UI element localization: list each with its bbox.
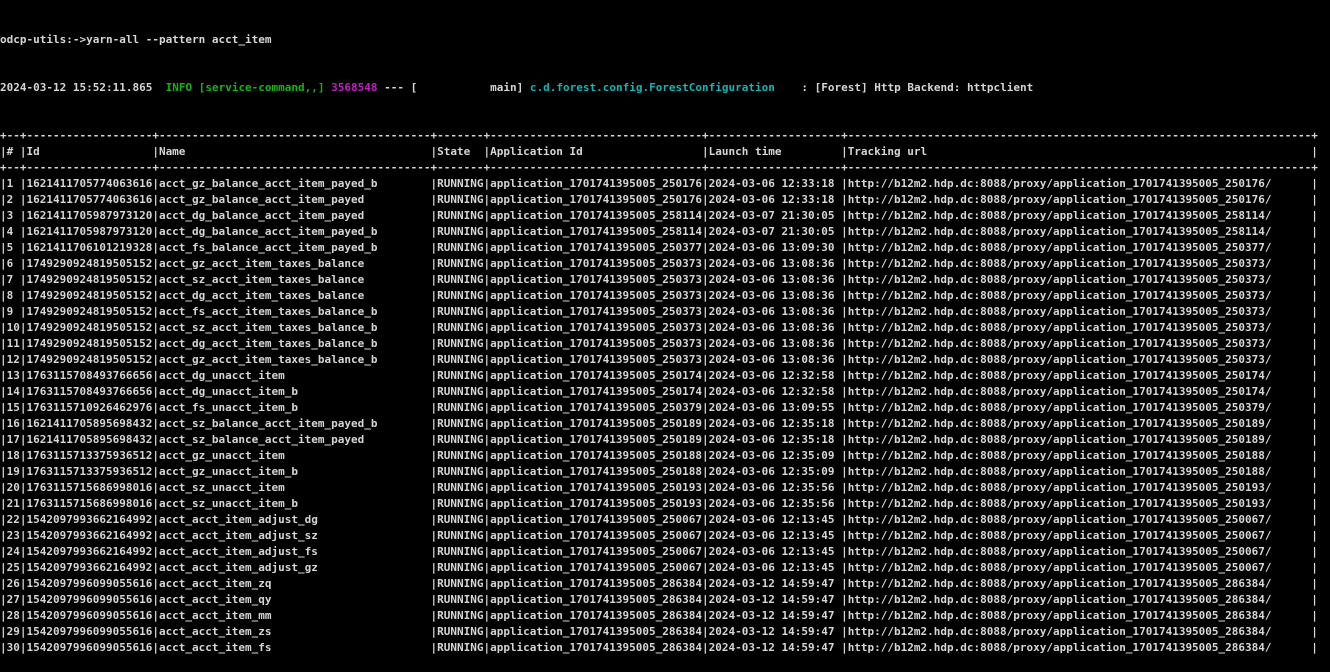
- table-row: |29|1542097996099055616|acct_acct_item_z…: [0, 624, 1330, 640]
- table-header-row: |# |Id |Name |State |Application Id |Lau…: [0, 144, 1330, 160]
- table-row: |16|1621411705895698432|acct_sz_balance_…: [0, 416, 1330, 432]
- table-row: |19|1763115713375936512|acct_gz_unacct_i…: [0, 464, 1330, 480]
- table-row: |27|1542097996099055616|acct_acct_item_q…: [0, 592, 1330, 608]
- table-row: |8 |1749290924819505152|acct_dg_acct_ite…: [0, 288, 1330, 304]
- table-row: |20|1763115715686998016|acct_sz_unacct_i…: [0, 480, 1330, 496]
- log-segment-default: [192, 81, 199, 94]
- terminal-screen[interactable]: odcp-utils:->yarn-all --pattern acct_ite…: [0, 0, 1330, 562]
- table-row: |18|1763115713375936512|acct_gz_unacct_i…: [0, 448, 1330, 464]
- table-row: |1 |1621411705774063616|acct_gz_balance_…: [0, 176, 1330, 192]
- table-row: |25|1542097993662164992|acct_acct_item_a…: [0, 560, 1330, 576]
- log-line: 2024-03-12 15:52:11.865 INFO [service-co…: [0, 80, 1330, 96]
- command-line: odcp-utils:->yarn-all --pattern acct_ite…: [0, 32, 1330, 48]
- table-row: |24|1542097993662164992|acct_acct_item_a…: [0, 544, 1330, 560]
- command-text: yarn-all --pattern acct_item: [86, 33, 271, 46]
- log-segment-cyan: c.d.forest.config.ForestConfiguration: [530, 81, 775, 94]
- yarn-applications-table: +--+-------------------+----------------…: [0, 128, 1330, 656]
- log-segment-magenta: 3568548: [331, 81, 377, 94]
- log-segment-default: 2024-03-12 15:52:11.865: [0, 81, 166, 94]
- log-segment-green: INFO: [166, 81, 193, 94]
- table-row: |4 |1621411705987973120|acct_dg_balance_…: [0, 224, 1330, 240]
- table-row: |26|1542097996099055616|acct_acct_item_z…: [0, 576, 1330, 592]
- table-row: |23|1542097993662164992|acct_acct_item_a…: [0, 528, 1330, 544]
- table-row: |21|1763115715686998016|acct_sz_unacct_i…: [0, 496, 1330, 512]
- log-segment-default: : [Forest] Http Backend: httpclient: [775, 81, 1033, 94]
- table-row: |12|1749290924819505152|acct_gz_acct_ite…: [0, 352, 1330, 368]
- table-row: |7 |1749290924819505152|acct_sz_acct_ite…: [0, 272, 1330, 288]
- log-segment-default: --- [ main]: [378, 81, 530, 94]
- table-row: |6 |1749290924819505152|acct_gz_acct_ite…: [0, 256, 1330, 272]
- shell-prompt: odcp-utils:->: [0, 33, 86, 46]
- table-row: |10|1749290924819505152|acct_sz_acct_ite…: [0, 320, 1330, 336]
- table-row: |9 |1749290924819505152|acct_fs_acct_ite…: [0, 304, 1330, 320]
- table-row: |28|1542097996099055616|acct_acct_item_m…: [0, 608, 1330, 624]
- log-segment-green: [service-command,,]: [199, 81, 325, 94]
- table-row: |17|1621411705895698432|acct_sz_balance_…: [0, 432, 1330, 448]
- table-row: |2 |1621411705774063616|acct_gz_balance_…: [0, 192, 1330, 208]
- table-row: |15|1763115710926462976|acct_fs_unacct_i…: [0, 400, 1330, 416]
- table-row: |11|1749290924819505152|acct_dg_acct_ite…: [0, 336, 1330, 352]
- table-row: |14|1763115708493766656|acct_dg_unacct_i…: [0, 384, 1330, 400]
- table-row: |22|1542097993662164992|acct_acct_item_a…: [0, 512, 1330, 528]
- table-row: |3 |1621411705987973120|acct_dg_balance_…: [0, 208, 1330, 224]
- table-row: |30|1542097996099055616|acct_acct_item_f…: [0, 640, 1330, 656]
- table-border-top: +--+-------------------+----------------…: [0, 128, 1330, 144]
- table-row: |13|1763115708493766656|acct_dg_unacct_i…: [0, 368, 1330, 384]
- table-row: |5 |1621411706101219328|acct_fs_balance_…: [0, 240, 1330, 256]
- table-header-border: +--+-------------------+----------------…: [0, 160, 1330, 176]
